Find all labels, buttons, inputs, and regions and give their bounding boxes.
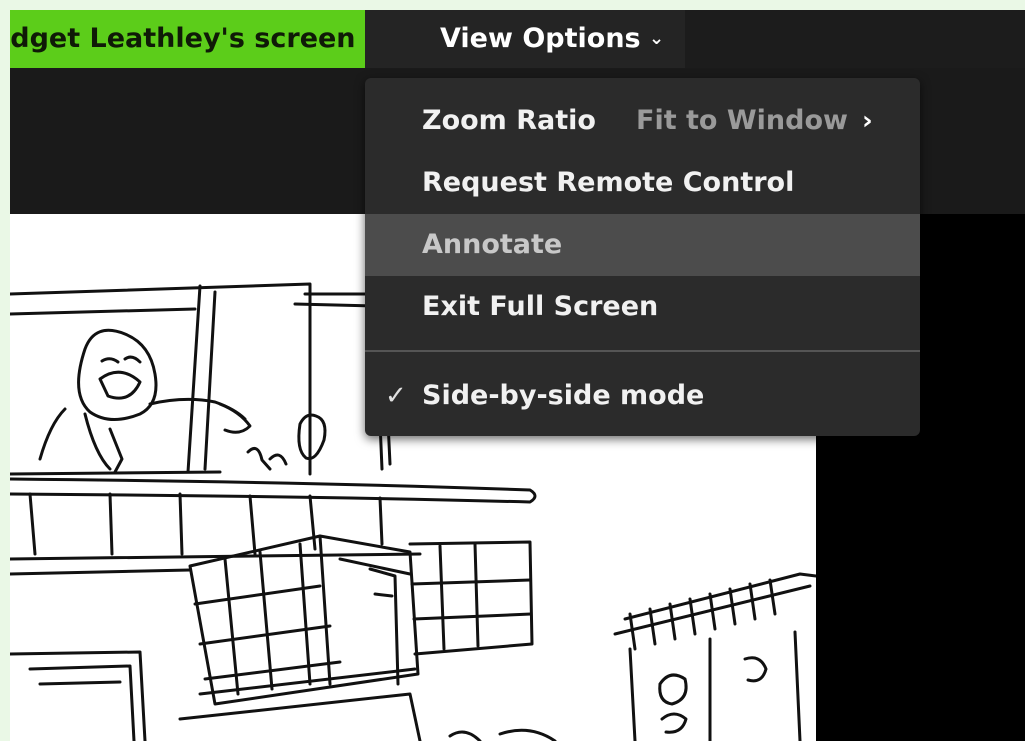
chevron-right-icon: › <box>862 106 873 136</box>
zoom-window: ldget Leathley's screen View Options ⌄ Z… <box>10 10 1025 741</box>
annotate-label: Annotate <box>422 229 563 260</box>
menu-item-side-by-side-mode[interactable]: ✓ Side-by-side mode <box>365 365 920 427</box>
chevron-down-icon: ⌄ <box>649 28 665 49</box>
request-remote-control-label: Request Remote Control <box>422 167 795 198</box>
checkmark-icon: ✓ <box>385 381 407 411</box>
top-toolbar: ldget Leathley's screen View Options ⌄ <box>10 10 1025 68</box>
menu-item-request-remote-control[interactable]: Request Remote Control <box>365 152 920 214</box>
menu-item-exit-full-screen[interactable]: Exit Full Screen <box>365 276 920 338</box>
screen-share-indicator: ldget Leathley's screen <box>10 10 365 68</box>
view-options-label: View Options <box>440 23 641 54</box>
zoom-ratio-value: Fit to Window <box>636 105 848 136</box>
menu-item-annotate[interactable]: Annotate <box>365 214 920 276</box>
zoom-ratio-label: Zoom Ratio <box>422 105 596 136</box>
menu-divider <box>365 350 920 352</box>
view-options-button[interactable]: View Options ⌄ <box>365 10 685 68</box>
exit-full-screen-label: Exit Full Screen <box>422 291 659 322</box>
view-options-menu: Zoom Ratio Fit to Window › Request Remot… <box>365 78 920 436</box>
side-by-side-label: Side-by-side mode <box>422 380 705 411</box>
menu-item-zoom-ratio[interactable]: Zoom Ratio Fit to Window › <box>365 90 920 152</box>
